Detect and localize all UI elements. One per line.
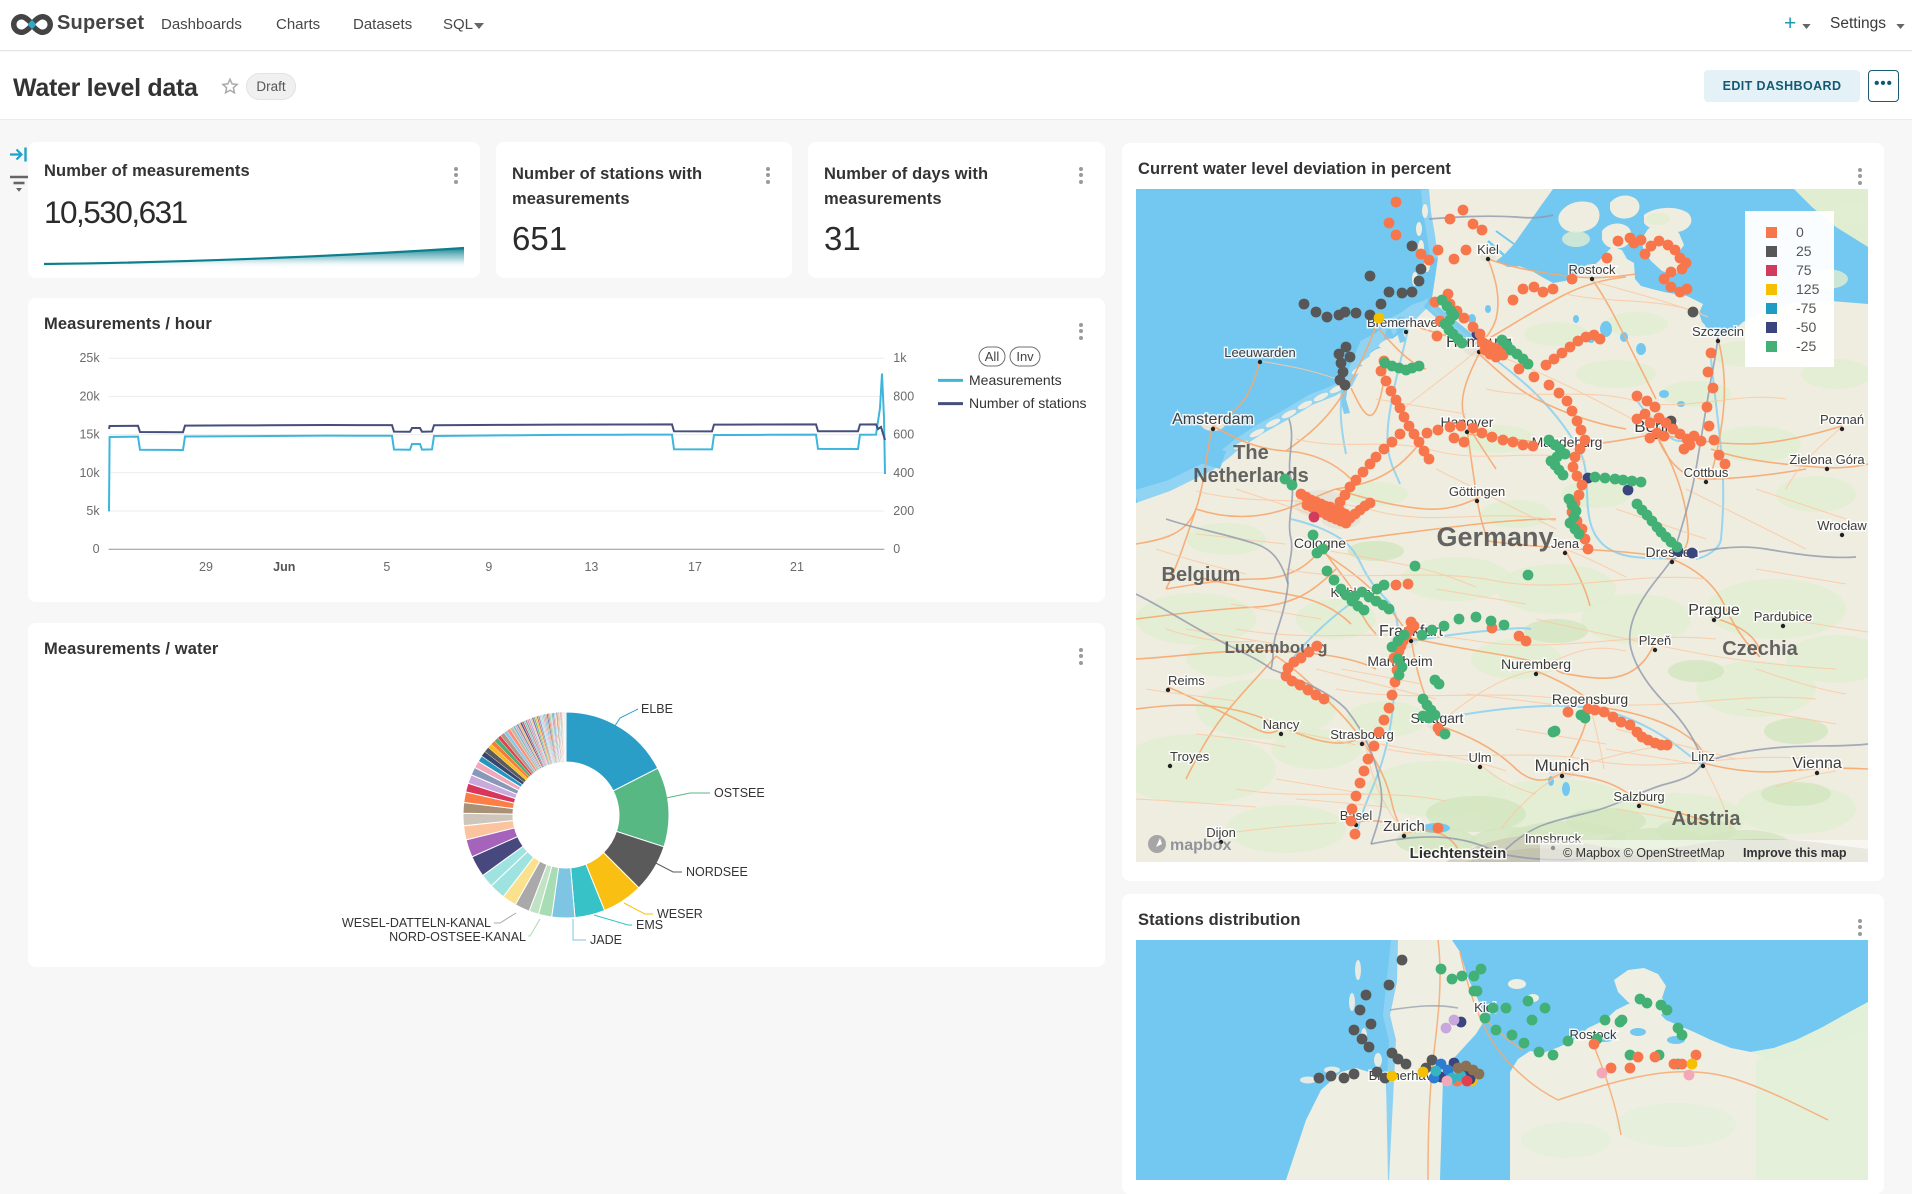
svg-text:All: All	[985, 349, 1000, 364]
svg-text:9: 9	[485, 560, 492, 574]
svg-text:Wrocław: Wrocław	[1817, 518, 1867, 533]
svg-text:JADE: JADE	[590, 933, 622, 947]
svg-text:NORDSEE: NORDSEE	[686, 865, 748, 879]
svg-text:-25: -25	[1796, 338, 1816, 354]
svg-text:29: 29	[199, 560, 213, 574]
svg-text:Kiel: Kiel	[1477, 242, 1499, 257]
svg-text:© Mapbox © OpenStreetMap: © Mapbox © OpenStreetMap	[1563, 846, 1725, 860]
svg-text:0: 0	[93, 542, 100, 556]
svg-text:5k: 5k	[86, 504, 100, 518]
svg-text:Plzeň: Plzeň	[1639, 633, 1672, 648]
svg-text:Liechtenstein: Liechtenstein	[1410, 845, 1507, 862]
svg-text:25k: 25k	[79, 351, 100, 365]
svg-text:EMS: EMS	[636, 918, 663, 932]
svg-text:mapbox: mapbox	[1170, 837, 1231, 854]
svg-text:125: 125	[1796, 281, 1820, 297]
svg-text:75: 75	[1796, 262, 1812, 278]
svg-text:Ulm: Ulm	[1468, 750, 1491, 765]
svg-text:Nuremberg: Nuremberg	[1501, 656, 1571, 672]
svg-text:Rostock: Rostock	[1569, 262, 1616, 277]
svg-text:Szczecin: Szczecin	[1692, 324, 1744, 339]
svg-text:Munich: Munich	[1535, 756, 1590, 775]
svg-text:Prague: Prague	[1688, 602, 1740, 619]
svg-text:20k: 20k	[79, 389, 100, 403]
svg-text:Linz: Linz	[1691, 749, 1715, 764]
svg-text:Number of stations: Number of stations	[969, 395, 1087, 411]
svg-text:Göttingen: Göttingen	[1449, 484, 1505, 499]
svg-text:-50: -50	[1796, 319, 1816, 335]
svg-text:0: 0	[1796, 224, 1804, 240]
svg-text:WESER: WESER	[657, 907, 703, 921]
svg-text:OSTSEE: OSTSEE	[714, 786, 765, 800]
svg-text:Jena: Jena	[1551, 536, 1580, 551]
svg-text:13: 13	[584, 560, 598, 574]
svg-text:Czechia: Czechia	[1722, 638, 1798, 660]
svg-text:NORD-OSTSEE-KANAL: NORD-OSTSEE-KANAL	[389, 930, 526, 944]
svg-text:400: 400	[893, 466, 914, 480]
svg-text:15k: 15k	[79, 428, 100, 442]
svg-text:WESEL-DATTELN-KANAL: WESEL-DATTELN-KANAL	[342, 916, 491, 930]
svg-text:25: 25	[1796, 243, 1812, 259]
svg-text:Magdeburg: Magdeburg	[1532, 434, 1603, 450]
svg-text:Austria: Austria	[1672, 808, 1742, 830]
svg-text:Jun: Jun	[273, 560, 295, 574]
svg-text:5: 5	[383, 560, 390, 574]
svg-text:Salzburg: Salzburg	[1613, 789, 1664, 804]
svg-text:Vienna: Vienna	[1792, 755, 1842, 772]
svg-text:Improve this map: Improve this map	[1743, 846, 1847, 860]
svg-text:1k: 1k	[893, 351, 907, 365]
svg-text:21: 21	[790, 560, 804, 574]
svg-text:0: 0	[893, 542, 900, 556]
svg-text:17: 17	[688, 560, 702, 574]
svg-text:Zielona Góra: Zielona Góra	[1789, 452, 1865, 467]
svg-text:Reims: Reims	[1168, 673, 1205, 688]
svg-text:10k: 10k	[79, 466, 100, 480]
svg-text:The: The	[1233, 442, 1269, 464]
svg-text:Measurements: Measurements	[969, 372, 1062, 388]
svg-text:200: 200	[893, 504, 914, 518]
svg-text:Pardubice: Pardubice	[1754, 609, 1813, 624]
svg-text:ELBE: ELBE	[641, 702, 673, 716]
svg-text:Belgium: Belgium	[1162, 564, 1241, 586]
svg-text:800: 800	[893, 389, 914, 403]
svg-text:-75: -75	[1796, 300, 1816, 316]
svg-text:Amsterdam: Amsterdam	[1172, 411, 1254, 428]
svg-text:Nancy: Nancy	[1263, 717, 1300, 732]
svg-text:Strasbourg: Strasbourg	[1330, 727, 1394, 742]
svg-text:Germany: Germany	[1436, 522, 1553, 552]
svg-text:Troyes: Troyes	[1170, 749, 1210, 764]
svg-text:Zurich: Zurich	[1383, 818, 1425, 835]
svg-text:600: 600	[893, 428, 914, 442]
svg-text:Inv: Inv	[1016, 349, 1034, 364]
svg-text:Leeuwarden: Leeuwarden	[1224, 345, 1296, 360]
svg-text:Poznań: Poznań	[1820, 412, 1864, 427]
